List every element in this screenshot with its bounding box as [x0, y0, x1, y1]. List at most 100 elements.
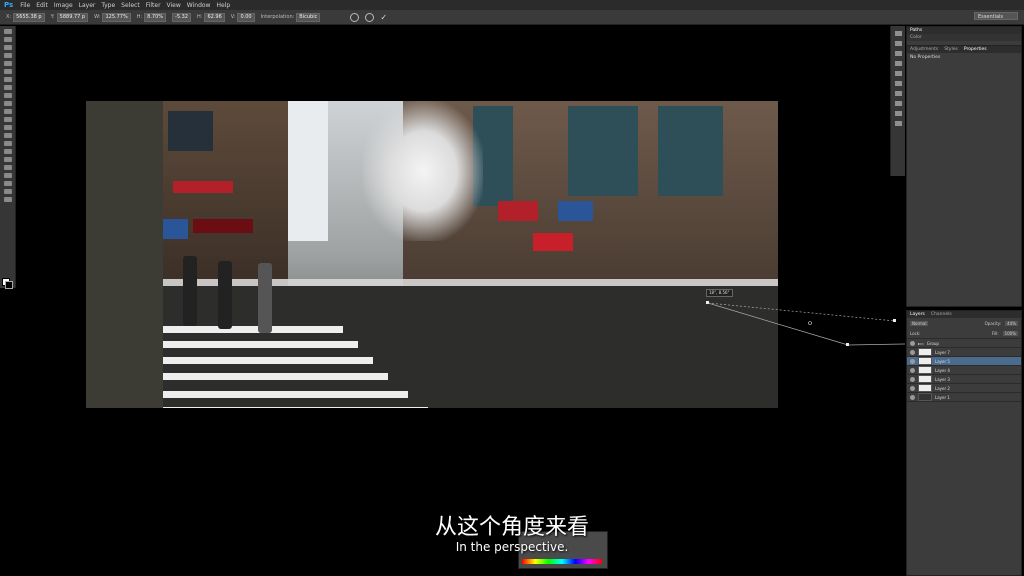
interpolation-field[interactable]: Interpolation: Bicubic: [261, 12, 321, 22]
menu-view[interactable]: View: [164, 2, 184, 9]
tab-styles[interactable]: Styles: [944, 46, 958, 53]
dodge-tool-icon[interactable]: [3, 133, 12, 138]
tab-adjustments[interactable]: Adjustments: [910, 46, 938, 53]
tab-paths[interactable]: Paths: [910, 27, 922, 34]
menu-bar: Ps File Edit Image Layer Type Select Fil…: [0, 0, 1024, 10]
color-spectrum-bar[interactable]: [522, 559, 602, 564]
menu-file[interactable]: File: [17, 2, 33, 9]
vskew-value[interactable]: 0.00: [237, 12, 255, 22]
x-field[interactable]: X: 5655.38 p: [6, 12, 45, 22]
visibility-eye-icon[interactable]: [910, 376, 915, 382]
menu-edit[interactable]: Edit: [33, 2, 51, 9]
pen-tool-icon[interactable]: [3, 141, 12, 146]
properties-tabs: Adjustments Styles Properties: [907, 46, 1021, 53]
play-action-icon[interactable]: [894, 31, 902, 36]
visibility-eye-icon[interactable]: [910, 340, 915, 346]
screen-mode-icon[interactable]: [3, 197, 12, 202]
brush-presets-icon[interactable]: [894, 51, 902, 56]
menu-type[interactable]: Type: [98, 2, 118, 9]
visibility-eye-icon[interactable]: [910, 367, 915, 373]
type-tool-icon[interactable]: [3, 149, 12, 154]
move-tool-icon[interactable]: [3, 29, 12, 34]
path-select-tool-icon[interactable]: [3, 157, 12, 162]
eraser-tool-icon[interactable]: [3, 109, 12, 114]
layer-item-3[interactable]: Layer 3: [907, 375, 1021, 384]
character-icon[interactable]: [894, 71, 902, 76]
menu-window[interactable]: Window: [184, 2, 214, 9]
commit-transform-icon[interactable]: ✓: [380, 13, 387, 22]
clone-source-icon[interactable]: [894, 91, 902, 96]
menu-filter[interactable]: Filter: [143, 2, 164, 9]
tab-layers[interactable]: Layers: [910, 311, 925, 318]
crop-tool-icon[interactable]: [3, 61, 12, 66]
color-panel-header: Color: [907, 34, 1021, 41]
blur-tool-icon[interactable]: [3, 125, 12, 130]
fill-value[interactable]: 100%: [1002, 330, 1018, 336]
document-canvas[interactable]: [86, 101, 778, 408]
transform-handle[interactable]: [893, 319, 896, 322]
window: [658, 106, 723, 196]
visibility-eye-icon[interactable]: [910, 385, 915, 391]
cancel-transform-icon[interactable]: [365, 12, 375, 22]
rotate-field[interactable]: -5.32: [172, 12, 191, 22]
y-field[interactable]: Y: 5889.77 p: [51, 12, 89, 22]
zoom-tool-icon[interactable]: [3, 181, 12, 186]
width-field[interactable]: W: 125.77%: [94, 12, 131, 22]
layer-comps-icon[interactable]: [894, 121, 902, 126]
visibility-eye-icon[interactable]: [910, 358, 915, 364]
layer-item-1[interactable]: Layer 1: [907, 393, 1021, 402]
marquee-tool-icon[interactable]: [3, 37, 12, 42]
layer-item-group[interactable]: ▸▭ Group: [907, 339, 1021, 348]
stamp-tool-icon[interactable]: [3, 93, 12, 98]
background-color-swatch[interactable]: [5, 281, 13, 289]
y-value[interactable]: 5889.77 p: [56, 12, 89, 22]
tab-color[interactable]: Color: [910, 34, 922, 41]
visibility-eye-icon[interactable]: [910, 349, 915, 355]
crosswalk-stripe: [163, 407, 428, 408]
paragraph-icon[interactable]: [894, 81, 902, 86]
opacity-value[interactable]: 44%: [1005, 320, 1018, 326]
workspace-select[interactable]: Essentials: [974, 12, 1018, 20]
warp-icon[interactable]: [350, 12, 360, 22]
layer-item-7[interactable]: Layer 7: [907, 348, 1021, 357]
info-icon[interactable]: [894, 61, 902, 66]
hskew-value[interactable]: 62.96: [204, 12, 225, 22]
layer-item-4[interactable]: Layer 4: [907, 366, 1021, 375]
x-value[interactable]: 5655.38 p: [13, 12, 45, 22]
vskew-label: V:: [230, 14, 236, 20]
layer-name: Layer 3: [935, 376, 950, 382]
h-value[interactable]: 8.70%: [144, 12, 167, 22]
brush-tool-icon[interactable]: [3, 85, 12, 90]
vskew-field[interactable]: V: 0.00: [230, 12, 255, 22]
gradient-tool-icon[interactable]: [3, 117, 12, 122]
layer-item-2[interactable]: Layer 2: [907, 384, 1021, 393]
shape-tool-icon[interactable]: [3, 165, 12, 170]
navigator-icon[interactable]: [894, 101, 902, 106]
menu-image[interactable]: Image: [51, 2, 76, 9]
menu-select[interactable]: Select: [118, 2, 143, 9]
eyedropper-tool-icon[interactable]: [3, 69, 12, 74]
layer-item-5[interactable]: Layer 5: [907, 357, 1021, 366]
menu-help[interactable]: Help: [213, 2, 233, 9]
hskew-field[interactable]: H: 62.96: [197, 12, 225, 22]
lasso-tool-icon[interactable]: [3, 45, 12, 50]
blend-mode-select[interactable]: Normal: [910, 320, 929, 326]
visibility-eye-icon[interactable]: [910, 394, 915, 400]
tab-properties[interactable]: Properties: [964, 46, 987, 53]
tool-presets-icon[interactable]: [894, 111, 902, 116]
hand-tool-icon[interactable]: [3, 173, 12, 178]
tab-channels[interactable]: Channels: [931, 311, 952, 318]
rotate-value[interactable]: -5.32: [172, 12, 191, 22]
history-brush-tool-icon[interactable]: [3, 101, 12, 106]
quick-select-tool-icon[interactable]: [3, 53, 12, 58]
quick-mask-icon[interactable]: [3, 189, 12, 194]
interp-select[interactable]: Bicubic: [296, 12, 321, 22]
history-icon[interactable]: [894, 41, 902, 46]
transform-handle[interactable]: [846, 343, 849, 346]
height-field[interactable]: H: 8.70%: [137, 12, 167, 22]
w-value[interactable]: 125.77%: [102, 12, 131, 22]
paths-panel: Paths Color: [906, 26, 1022, 46]
menu-layer[interactable]: Layer: [76, 2, 99, 9]
transform-center-handle[interactable]: [808, 321, 812, 325]
healing-tool-icon[interactable]: [3, 77, 12, 82]
